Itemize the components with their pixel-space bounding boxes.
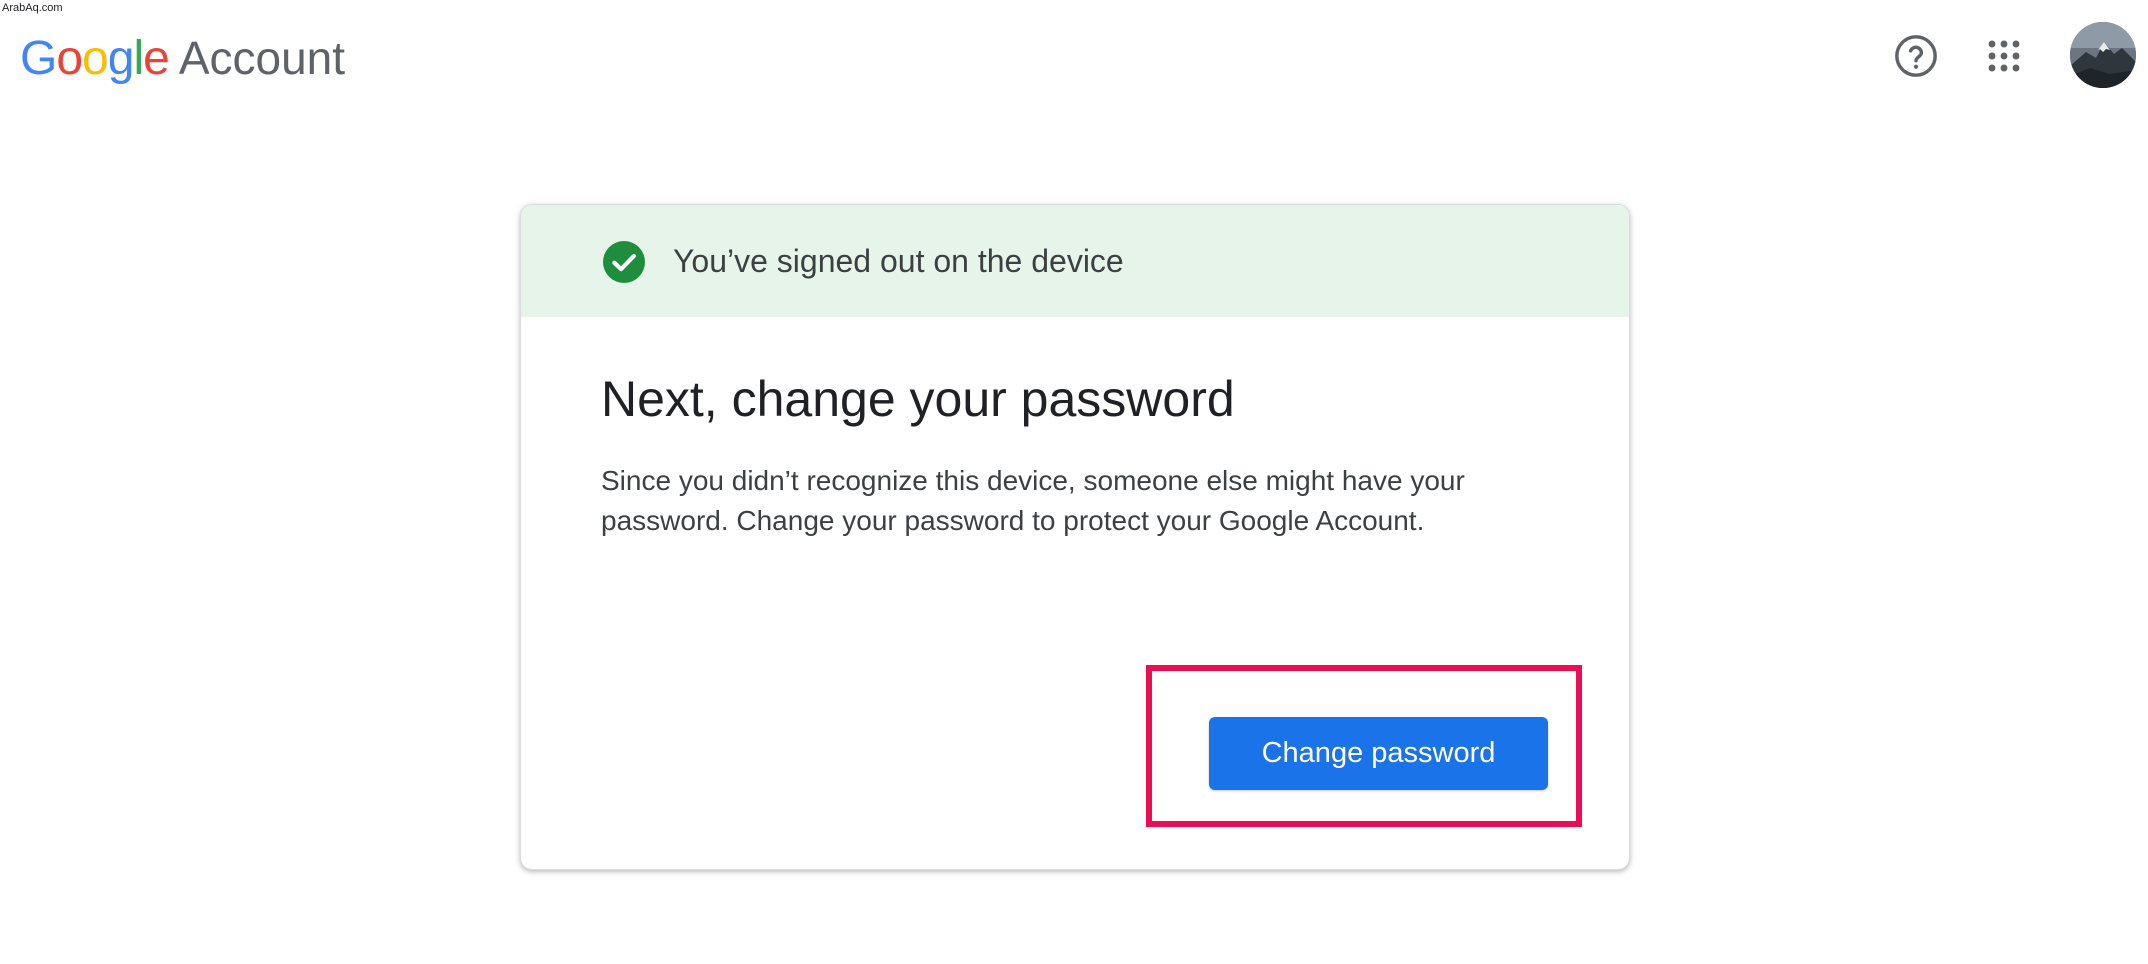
page: ArabAq.com Google Account You’ve signed … [0, 0, 2148, 964]
logo-letter: G [20, 32, 57, 85]
google-account-logo[interactable]: Google Account [20, 30, 345, 87]
logo-letter: g [107, 32, 135, 85]
page-title: Next, change your password [601, 371, 1235, 427]
description-line: Since you didn’t recognize this device, … [601, 465, 1465, 496]
change-password-button[interactable]: Change password [1209, 717, 1548, 790]
google-apps-button[interactable] [1976, 28, 2032, 84]
google-wordmark: Google [20, 31, 170, 87]
top-bar: Google Account [0, 0, 2148, 110]
avatar-image [2070, 22, 2136, 88]
account-avatar[interactable] [2070, 22, 2136, 88]
help-circle-icon [1895, 35, 1937, 77]
logo-letter: o [56, 32, 83, 85]
description-text: Since you didn’t recognize this device, … [601, 461, 1561, 541]
logo-letter: o [82, 32, 109, 85]
banner-message: You’ve signed out on the device [673, 243, 1124, 279]
description-line: password. Change your password to protec… [601, 505, 1425, 536]
apps-grid-icon [1988, 40, 2020, 72]
check-circle-icon [603, 241, 645, 283]
product-name: Account [178, 32, 346, 84]
help-button[interactable] [1888, 28, 1944, 84]
logo-letter: l [133, 32, 144, 85]
logo-letter: e [143, 32, 170, 85]
success-banner: You’ve signed out on the device [521, 205, 1629, 317]
